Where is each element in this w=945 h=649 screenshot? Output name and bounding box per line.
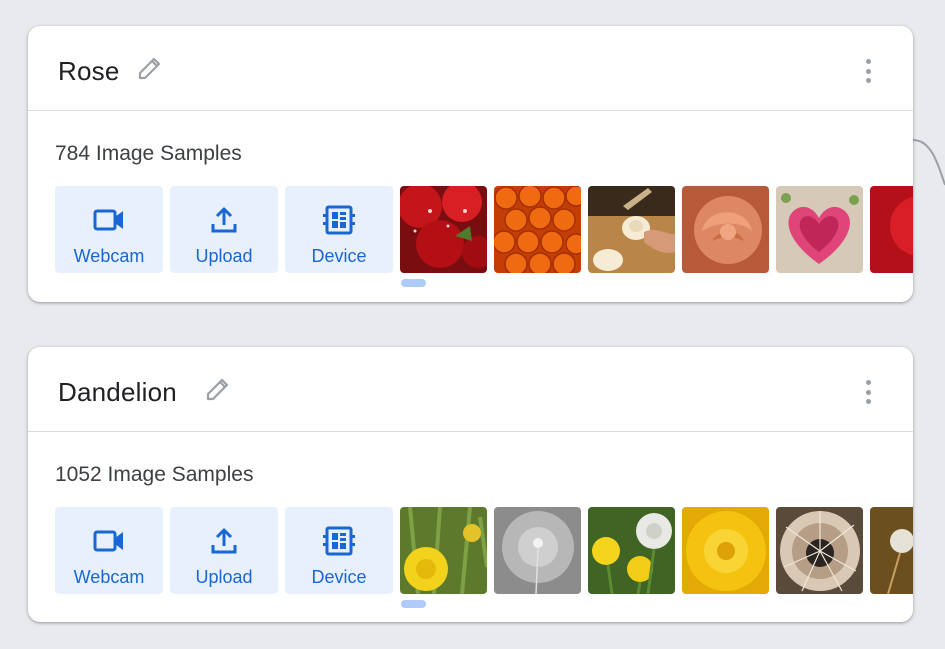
device-button[interactable]: Device	[285, 186, 393, 273]
upload-icon	[211, 207, 237, 233]
sample-thumbnail[interactable]	[400, 507, 487, 594]
sample-thumbnail[interactable]	[588, 186, 675, 273]
sample-thumbnail[interactable]	[776, 507, 863, 594]
grey-dandelion-seed-image	[494, 507, 581, 594]
pink-heart-petals-image	[776, 186, 863, 273]
sample-thumbnail[interactable]	[682, 186, 769, 273]
upload-button-label: Upload	[195, 246, 253, 266]
sample-count: 784 Image Samples	[55, 142, 242, 165]
more-options-icon[interactable]	[859, 57, 877, 85]
device-button[interactable]: Device	[285, 507, 393, 594]
device-icon	[323, 526, 355, 556]
upload-button-label: Upload	[195, 567, 253, 587]
sample-row[interactable]: Webcam Upload Device	[55, 186, 913, 273]
card-header: Dandelion	[28, 347, 913, 432]
device-button-label: Device	[311, 246, 367, 266]
class-name[interactable]: Dandelion	[58, 377, 177, 408]
upload-button[interactable]: Upload	[170, 186, 278, 273]
upload-button[interactable]: Upload	[170, 507, 278, 594]
sample-thumbnail[interactable]	[494, 186, 581, 273]
yellow-dandelion-closeup-image	[682, 507, 769, 594]
sample-row[interactable]: Webcam Upload Device	[55, 507, 913, 594]
device-icon	[323, 205, 355, 235]
videocam-icon	[93, 209, 123, 231]
horizontal-scrollbar-thumb[interactable]	[401, 600, 426, 608]
class-name[interactable]: Rose	[58, 56, 120, 87]
webcam-button-label: Webcam	[73, 567, 145, 587]
dandelion-seedhead-closeup-image	[776, 507, 863, 594]
more-options-icon[interactable]	[859, 378, 877, 406]
edit-pencil-icon[interactable]	[135, 53, 165, 83]
edit-pencil-icon[interactable]	[203, 374, 233, 404]
sample-thumbnail[interactable]	[494, 507, 581, 594]
device-button-label: Device	[311, 567, 367, 587]
sample-thumbnail[interactable]	[776, 186, 863, 273]
webcam-button[interactable]: Webcam	[55, 186, 163, 273]
videocam-icon	[93, 530, 123, 552]
dandelion-seedhead-partial-image	[870, 507, 913, 594]
peach-rose-image	[682, 186, 769, 273]
webcam-button-label: Webcam	[73, 246, 145, 266]
cupcake-image	[588, 186, 675, 273]
yellow-dandelion-grass-image	[400, 507, 487, 594]
sample-thumbnail[interactable]	[588, 507, 675, 594]
sample-thumbnail[interactable]	[870, 507, 913, 594]
card-header: Rose	[28, 26, 913, 111]
dandelions-and-seedhead-image	[588, 507, 675, 594]
red-rose-partial-image	[870, 186, 913, 273]
horizontal-scrollbar-thumb[interactable]	[401, 279, 426, 287]
red-roses-image	[400, 186, 487, 273]
sample-thumbnail[interactable]	[400, 186, 487, 273]
orange-roses-image	[494, 186, 581, 273]
webcam-button[interactable]: Webcam	[55, 507, 163, 594]
sample-thumbnail[interactable]	[682, 507, 769, 594]
class-card-rose: Rose 784 Image Samples Webcam Upload Dev…	[28, 26, 913, 302]
sample-count: 1052 Image Samples	[55, 463, 254, 486]
class-card-dandelion: Dandelion 1052 Image Samples Webcam Uplo…	[28, 347, 913, 622]
sample-thumbnail[interactable]	[870, 186, 913, 273]
upload-icon	[211, 528, 237, 554]
